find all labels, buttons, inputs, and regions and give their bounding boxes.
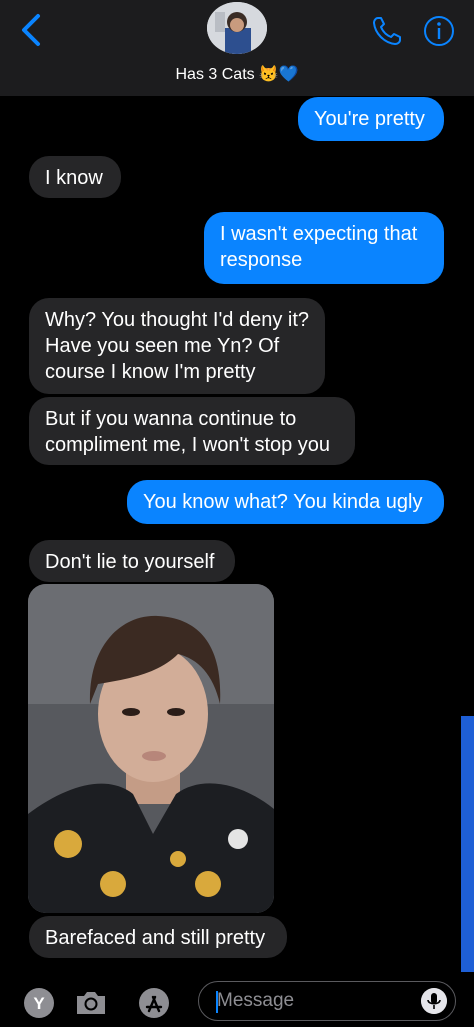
microphone-icon[interactable] xyxy=(421,988,447,1014)
message-input-field[interactable] xyxy=(198,981,456,1021)
contact-name-text: Has 3 Cats xyxy=(175,66,255,83)
contact-emojis: 😾💙 xyxy=(258,66,299,83)
scroll-indicator[interactable] xyxy=(461,716,474,972)
yahoo-app-button[interactable]: Y xyxy=(22,986,56,1020)
contact-name[interactable]: Has 3 Cats 😾💙 xyxy=(0,64,474,84)
message-bubble-received[interactable]: Don't lie to yourself xyxy=(29,540,235,582)
yahoo-app-label: Y xyxy=(33,994,45,1013)
message-bubble-received[interactable]: Barefaced and still pretty xyxy=(29,916,287,958)
message-bubble-received[interactable]: I know xyxy=(29,156,121,198)
contact-avatar[interactable] xyxy=(207,2,267,54)
conversation-header: Has 3 Cats 😾💙 xyxy=(0,0,474,96)
message-bubble-sent[interactable]: You know what? You kinda ugly xyxy=(127,480,444,524)
message-bubble-sent[interactable]: You're pretty xyxy=(298,97,444,141)
message-bubble-sent[interactable]: I wasn't expecting that response xyxy=(204,212,444,284)
message-input[interactable] xyxy=(217,988,417,1014)
message-bubble-received[interactable]: Why? You thought I'd deny it? Have you s… xyxy=(29,298,325,394)
selfie-photo-attachment[interactable] xyxy=(28,584,274,913)
message-bubble-received[interactable]: But if you wanna continue to compliment … xyxy=(29,397,355,465)
phone-icon[interactable] xyxy=(370,14,404,48)
info-icon[interactable] xyxy=(422,14,456,48)
app-store-icon[interactable] xyxy=(137,986,171,1020)
back-chevron-icon[interactable] xyxy=(14,10,48,50)
camera-icon[interactable] xyxy=(74,986,108,1020)
